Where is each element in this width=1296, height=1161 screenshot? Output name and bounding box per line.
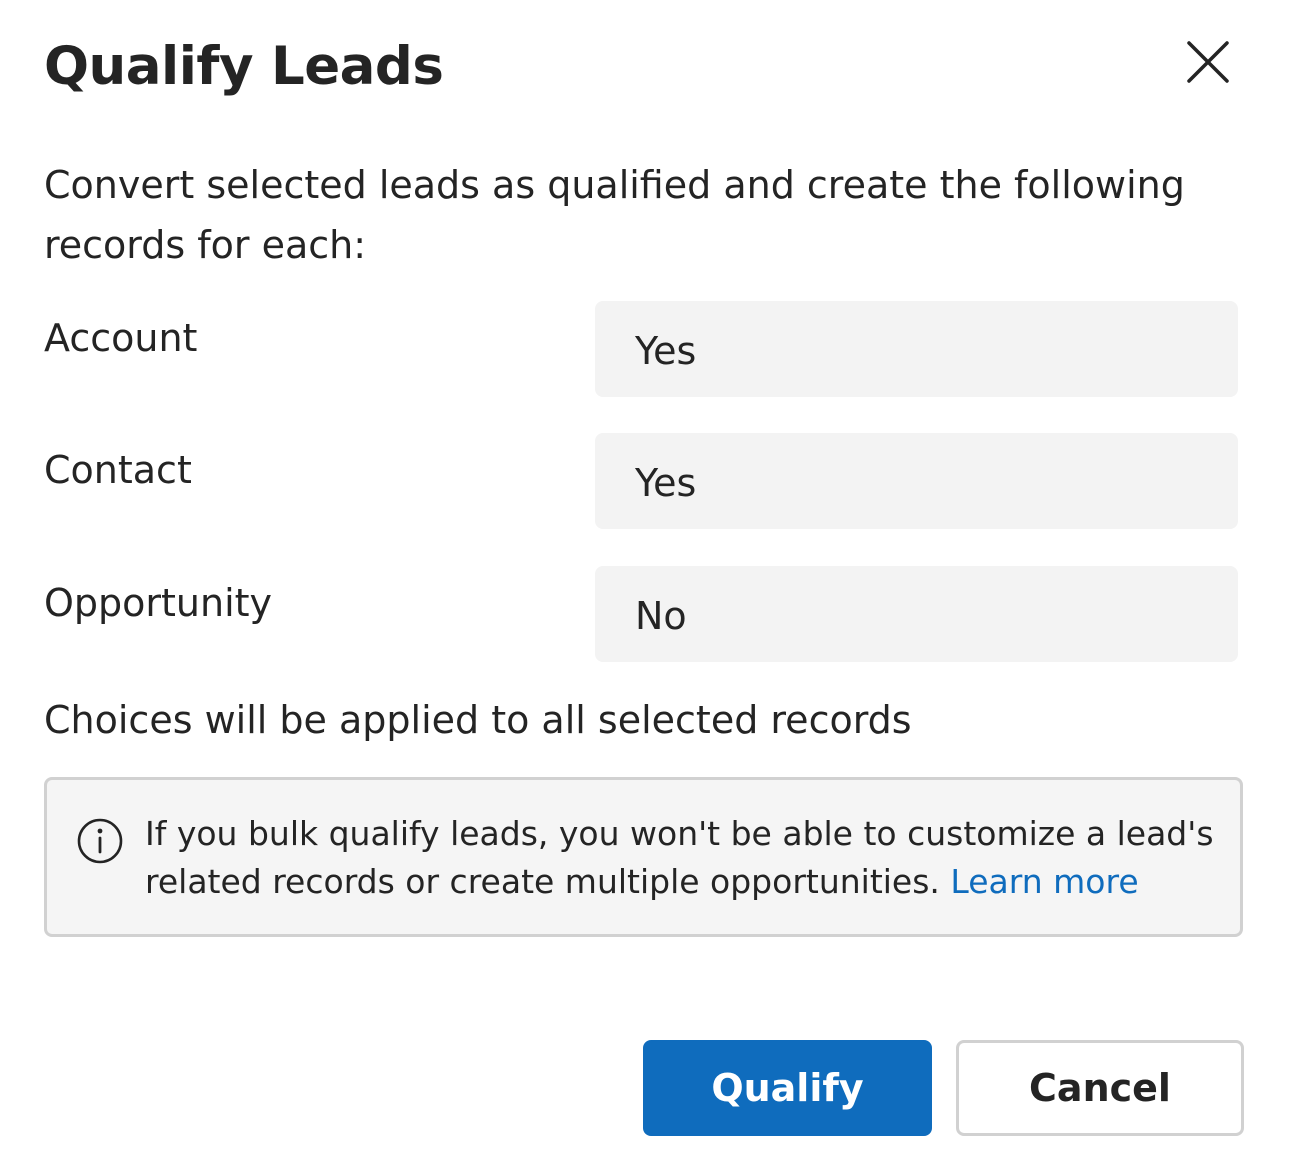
opportunity-label: Opportunity bbox=[44, 581, 273, 625]
account-label: Account bbox=[44, 316, 198, 360]
dialog-description: Convert selected leads as qualified and … bbox=[44, 163, 1185, 267]
choices-note: Choices will be applied to all selected … bbox=[44, 698, 912, 742]
contact-value: Yes bbox=[635, 461, 697, 505]
info-message: If you bulk qualify leads, you won't be … bbox=[145, 810, 1225, 906]
cancel-button[interactable]: Cancel bbox=[956, 1040, 1244, 1136]
opportunity-value: No bbox=[635, 594, 687, 638]
learn-more-link[interactable]: Learn more bbox=[950, 862, 1138, 901]
account-value: Yes bbox=[635, 329, 697, 373]
opportunity-select[interactable]: No bbox=[595, 566, 1238, 662]
account-select[interactable]: Yes bbox=[595, 301, 1238, 397]
info-message-bar: If you bulk qualify leads, you won't be … bbox=[44, 777, 1243, 937]
qualify-button[interactable]: Qualify bbox=[643, 1040, 932, 1136]
close-button[interactable] bbox=[1178, 32, 1238, 92]
info-icon bbox=[77, 818, 123, 864]
contact-label: Contact bbox=[44, 448, 192, 492]
contact-select[interactable]: Yes bbox=[595, 433, 1238, 529]
dialog-title: Qualify Leads bbox=[44, 36, 444, 97]
qualify-leads-dialog: Qualify Leads Convert selected leads as … bbox=[0, 0, 1296, 1161]
close-icon bbox=[1187, 41, 1229, 83]
